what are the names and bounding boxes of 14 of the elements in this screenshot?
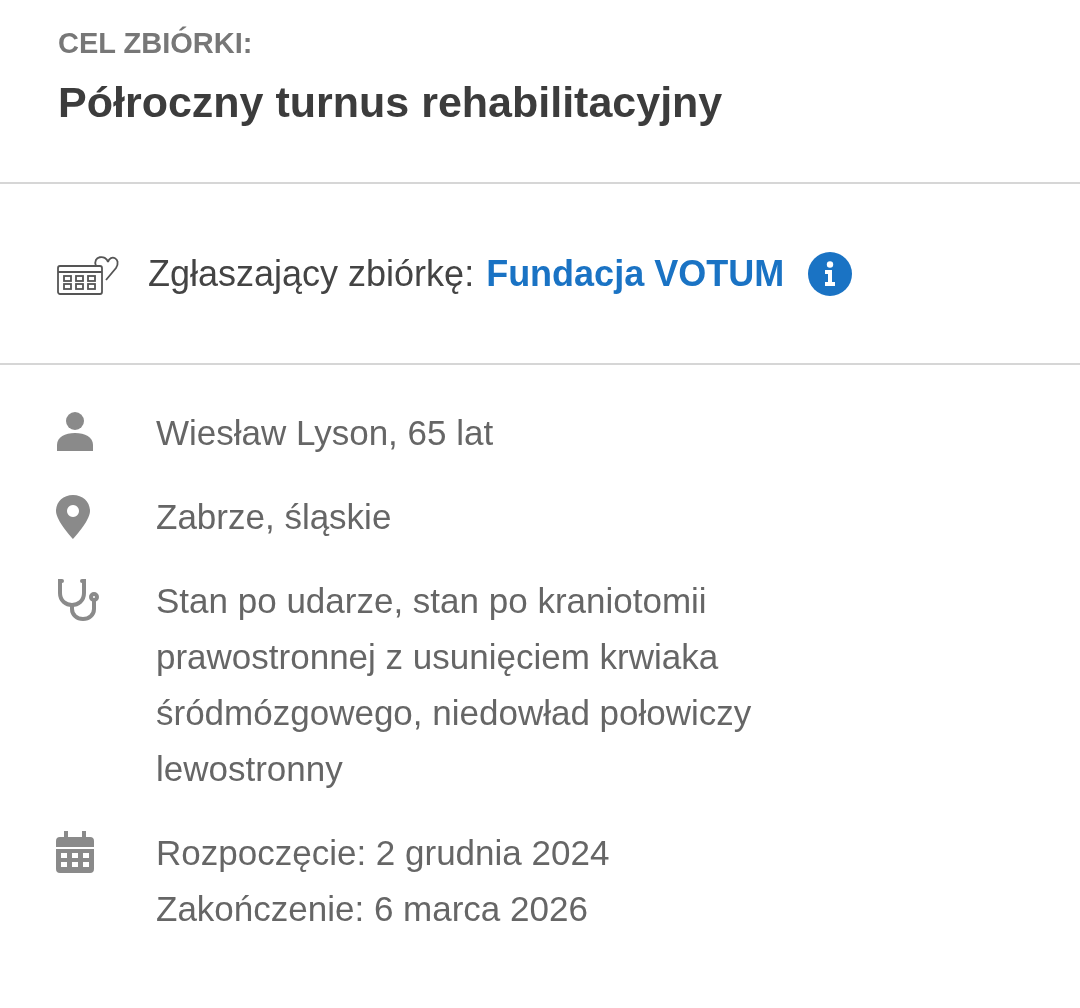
organizer-label: Zgłaszający zbiórkę: — [148, 252, 475, 295]
detail-text: Wiesław Lyson, 65 lat — [156, 412, 494, 454]
organizer-link[interactable]: Fundacja VOTUM — [486, 252, 785, 295]
detail-text: Rozpoczęcie: 2 grudnia 2024 — [156, 832, 610, 874]
detail-text: Stan po udarze, stan po kraniotomii prawostronnej z usunięciem krwiaka śródmózgowego, niedowład połowiczy lewostronny — [156, 580, 753, 790]
person-icon — [56, 411, 94, 451]
detail-text: Zakończenie: 6 marca 2026 — [156, 888, 589, 930]
stethoscope-icon — [56, 579, 100, 623]
detail-text: Zabrze, śląskie — [156, 496, 392, 538]
goal-title: Półroczny turnus rehabilitacyjny — [58, 77, 724, 128]
calendar-icon — [56, 831, 94, 873]
goal-label: CEL ZBIÓRKI: — [58, 25, 254, 61]
location-pin-icon — [56, 495, 90, 539]
info-icon[interactable] — [808, 251, 853, 296]
